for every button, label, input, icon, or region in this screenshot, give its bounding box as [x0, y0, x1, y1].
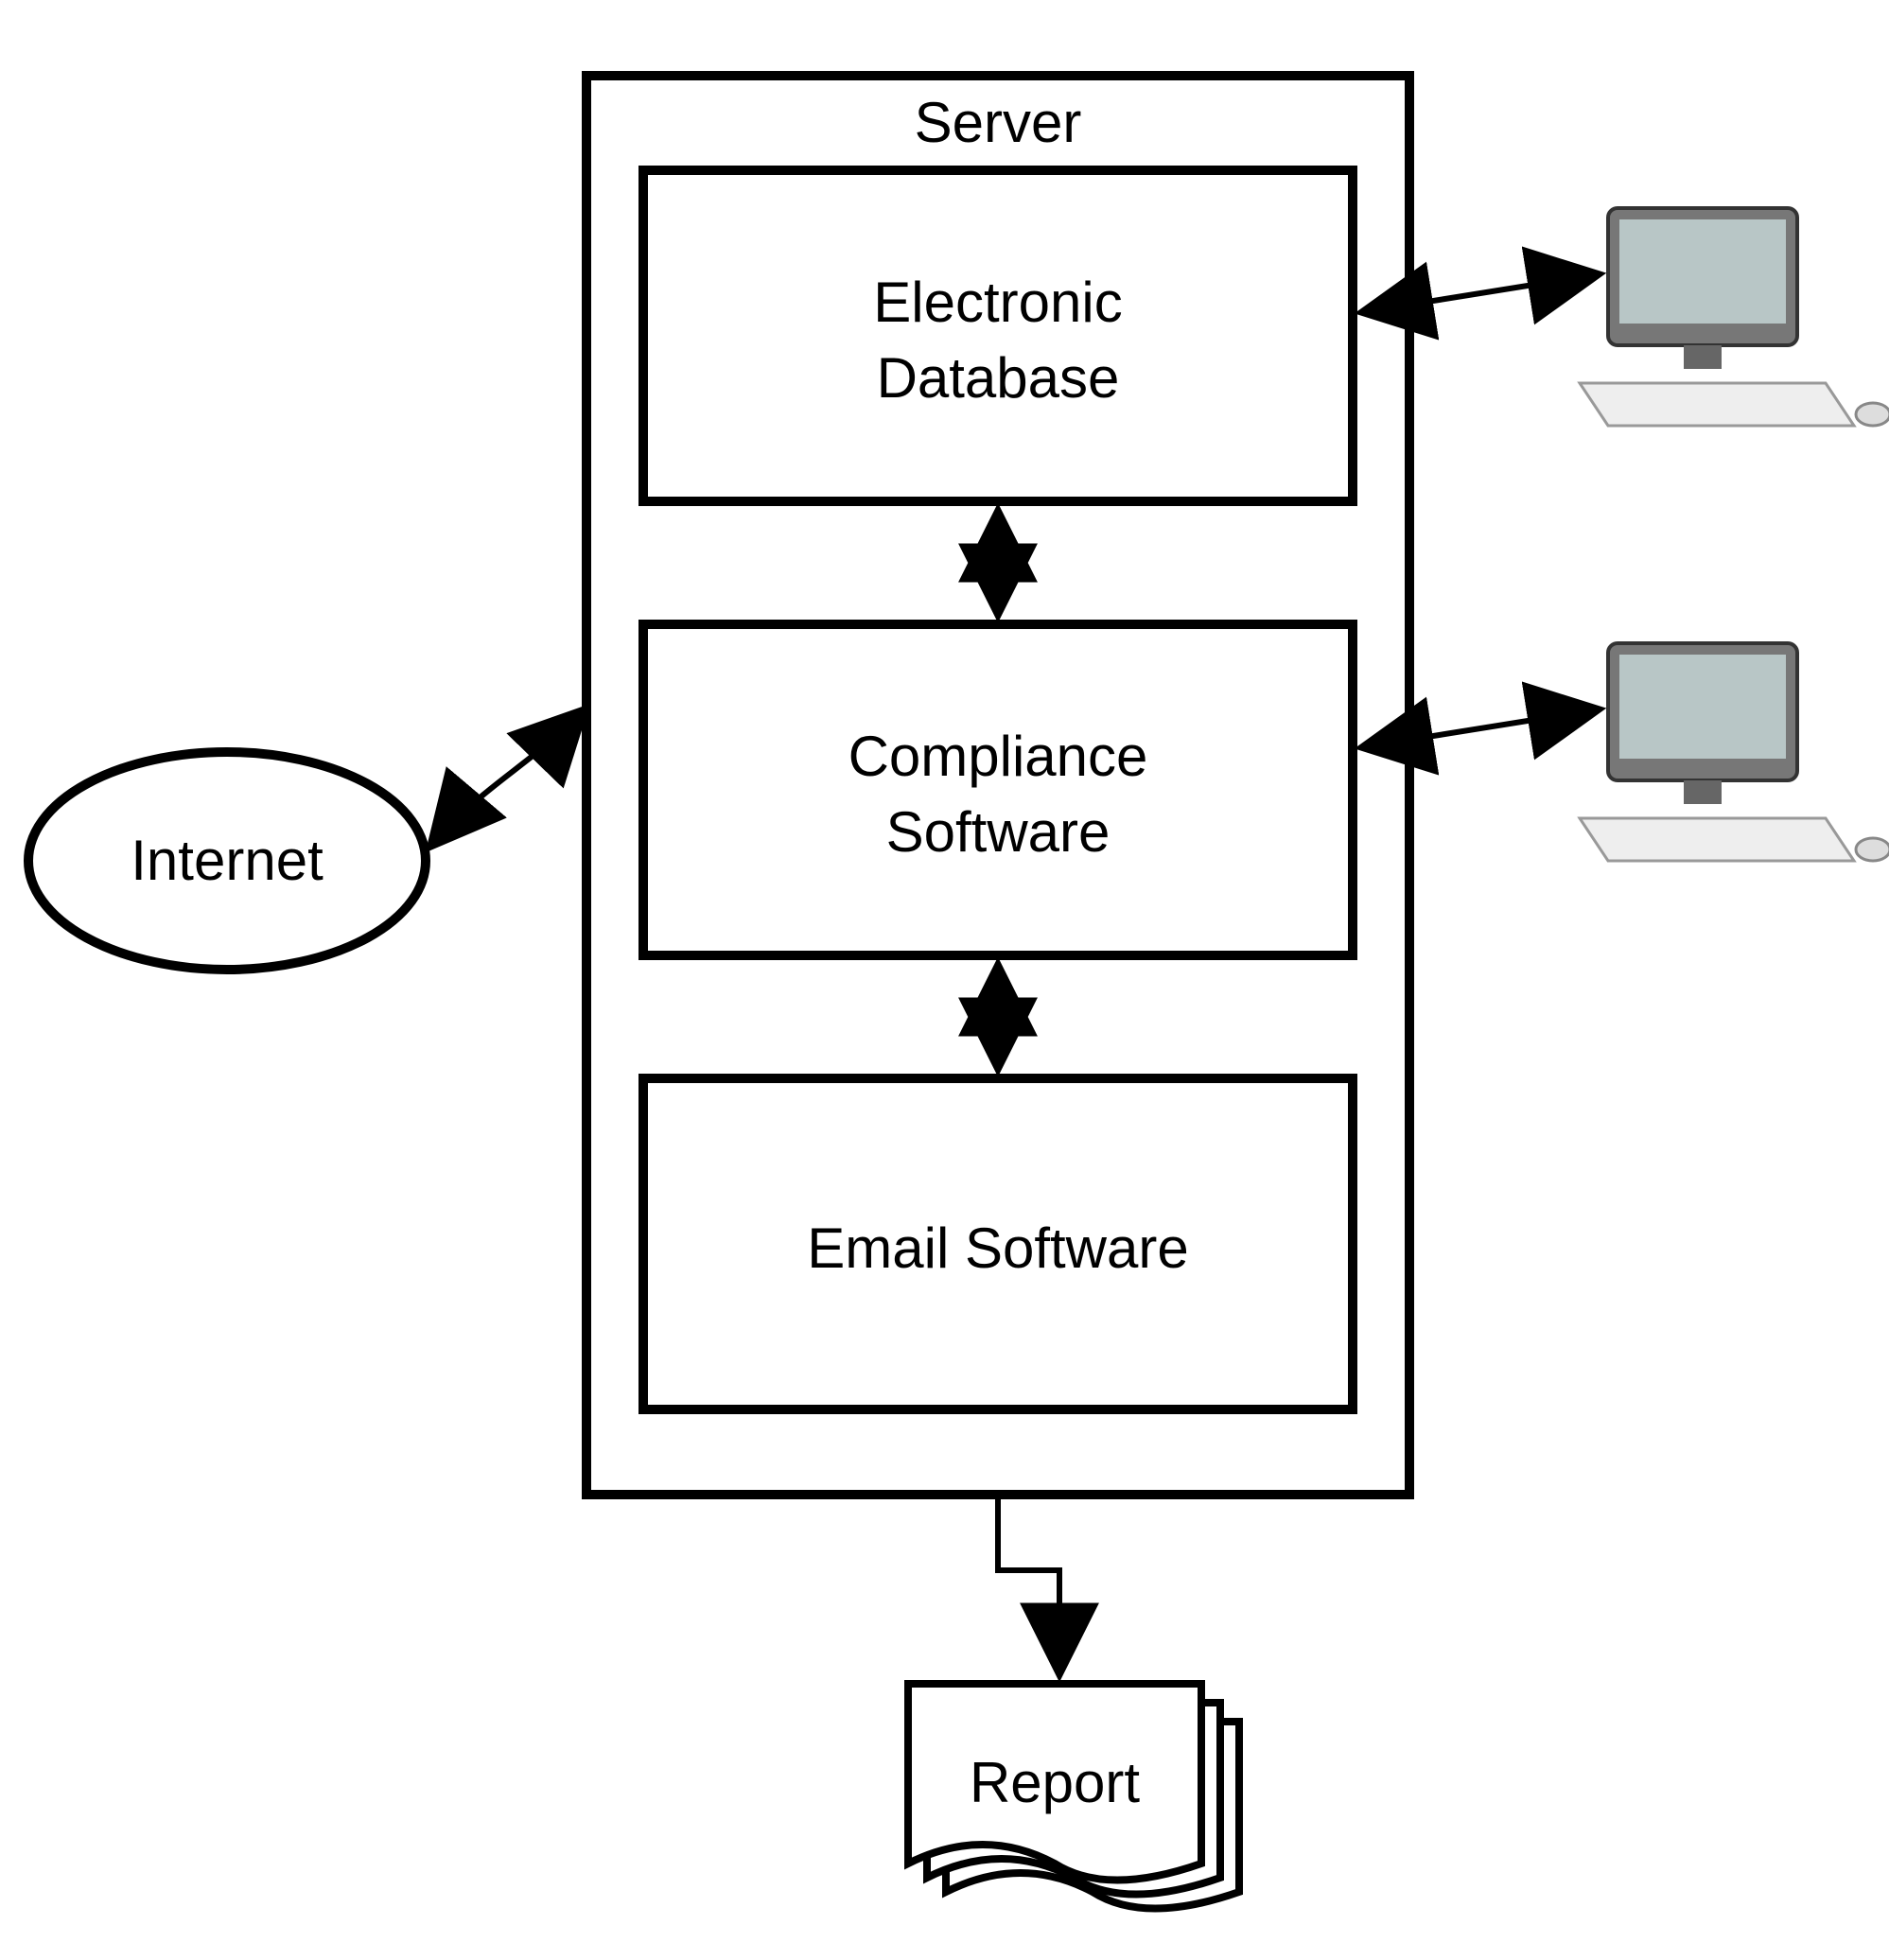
- server-title: Server: [915, 91, 1082, 154]
- arrow-internet-server: [430, 709, 585, 847]
- report-node: Report: [908, 1684, 1239, 1909]
- arrow-db-computer1: [1362, 274, 1599, 312]
- arrow-server-report: [998, 1496, 1059, 1674]
- compliance-label-2: Software: [886, 800, 1111, 864]
- computer-icon-2: [1580, 643, 1889, 861]
- email-label: Email Software: [807, 1216, 1188, 1280]
- arrow-compliance-computer2: [1362, 709, 1599, 747]
- report-label: Report: [970, 1751, 1140, 1814]
- internet-label: Internet: [131, 829, 324, 892]
- compliance-label-1: Compliance: [848, 725, 1148, 788]
- database-label-1: Electronic: [873, 271, 1122, 334]
- diagram-canvas: Server Electronic Database Compliance So…: [0, 0, 1889, 1960]
- database-box: [643, 170, 1353, 501]
- compliance-box: [643, 624, 1353, 955]
- computer-icon-1: [1580, 208, 1889, 426]
- database-label-2: Database: [877, 346, 1120, 410]
